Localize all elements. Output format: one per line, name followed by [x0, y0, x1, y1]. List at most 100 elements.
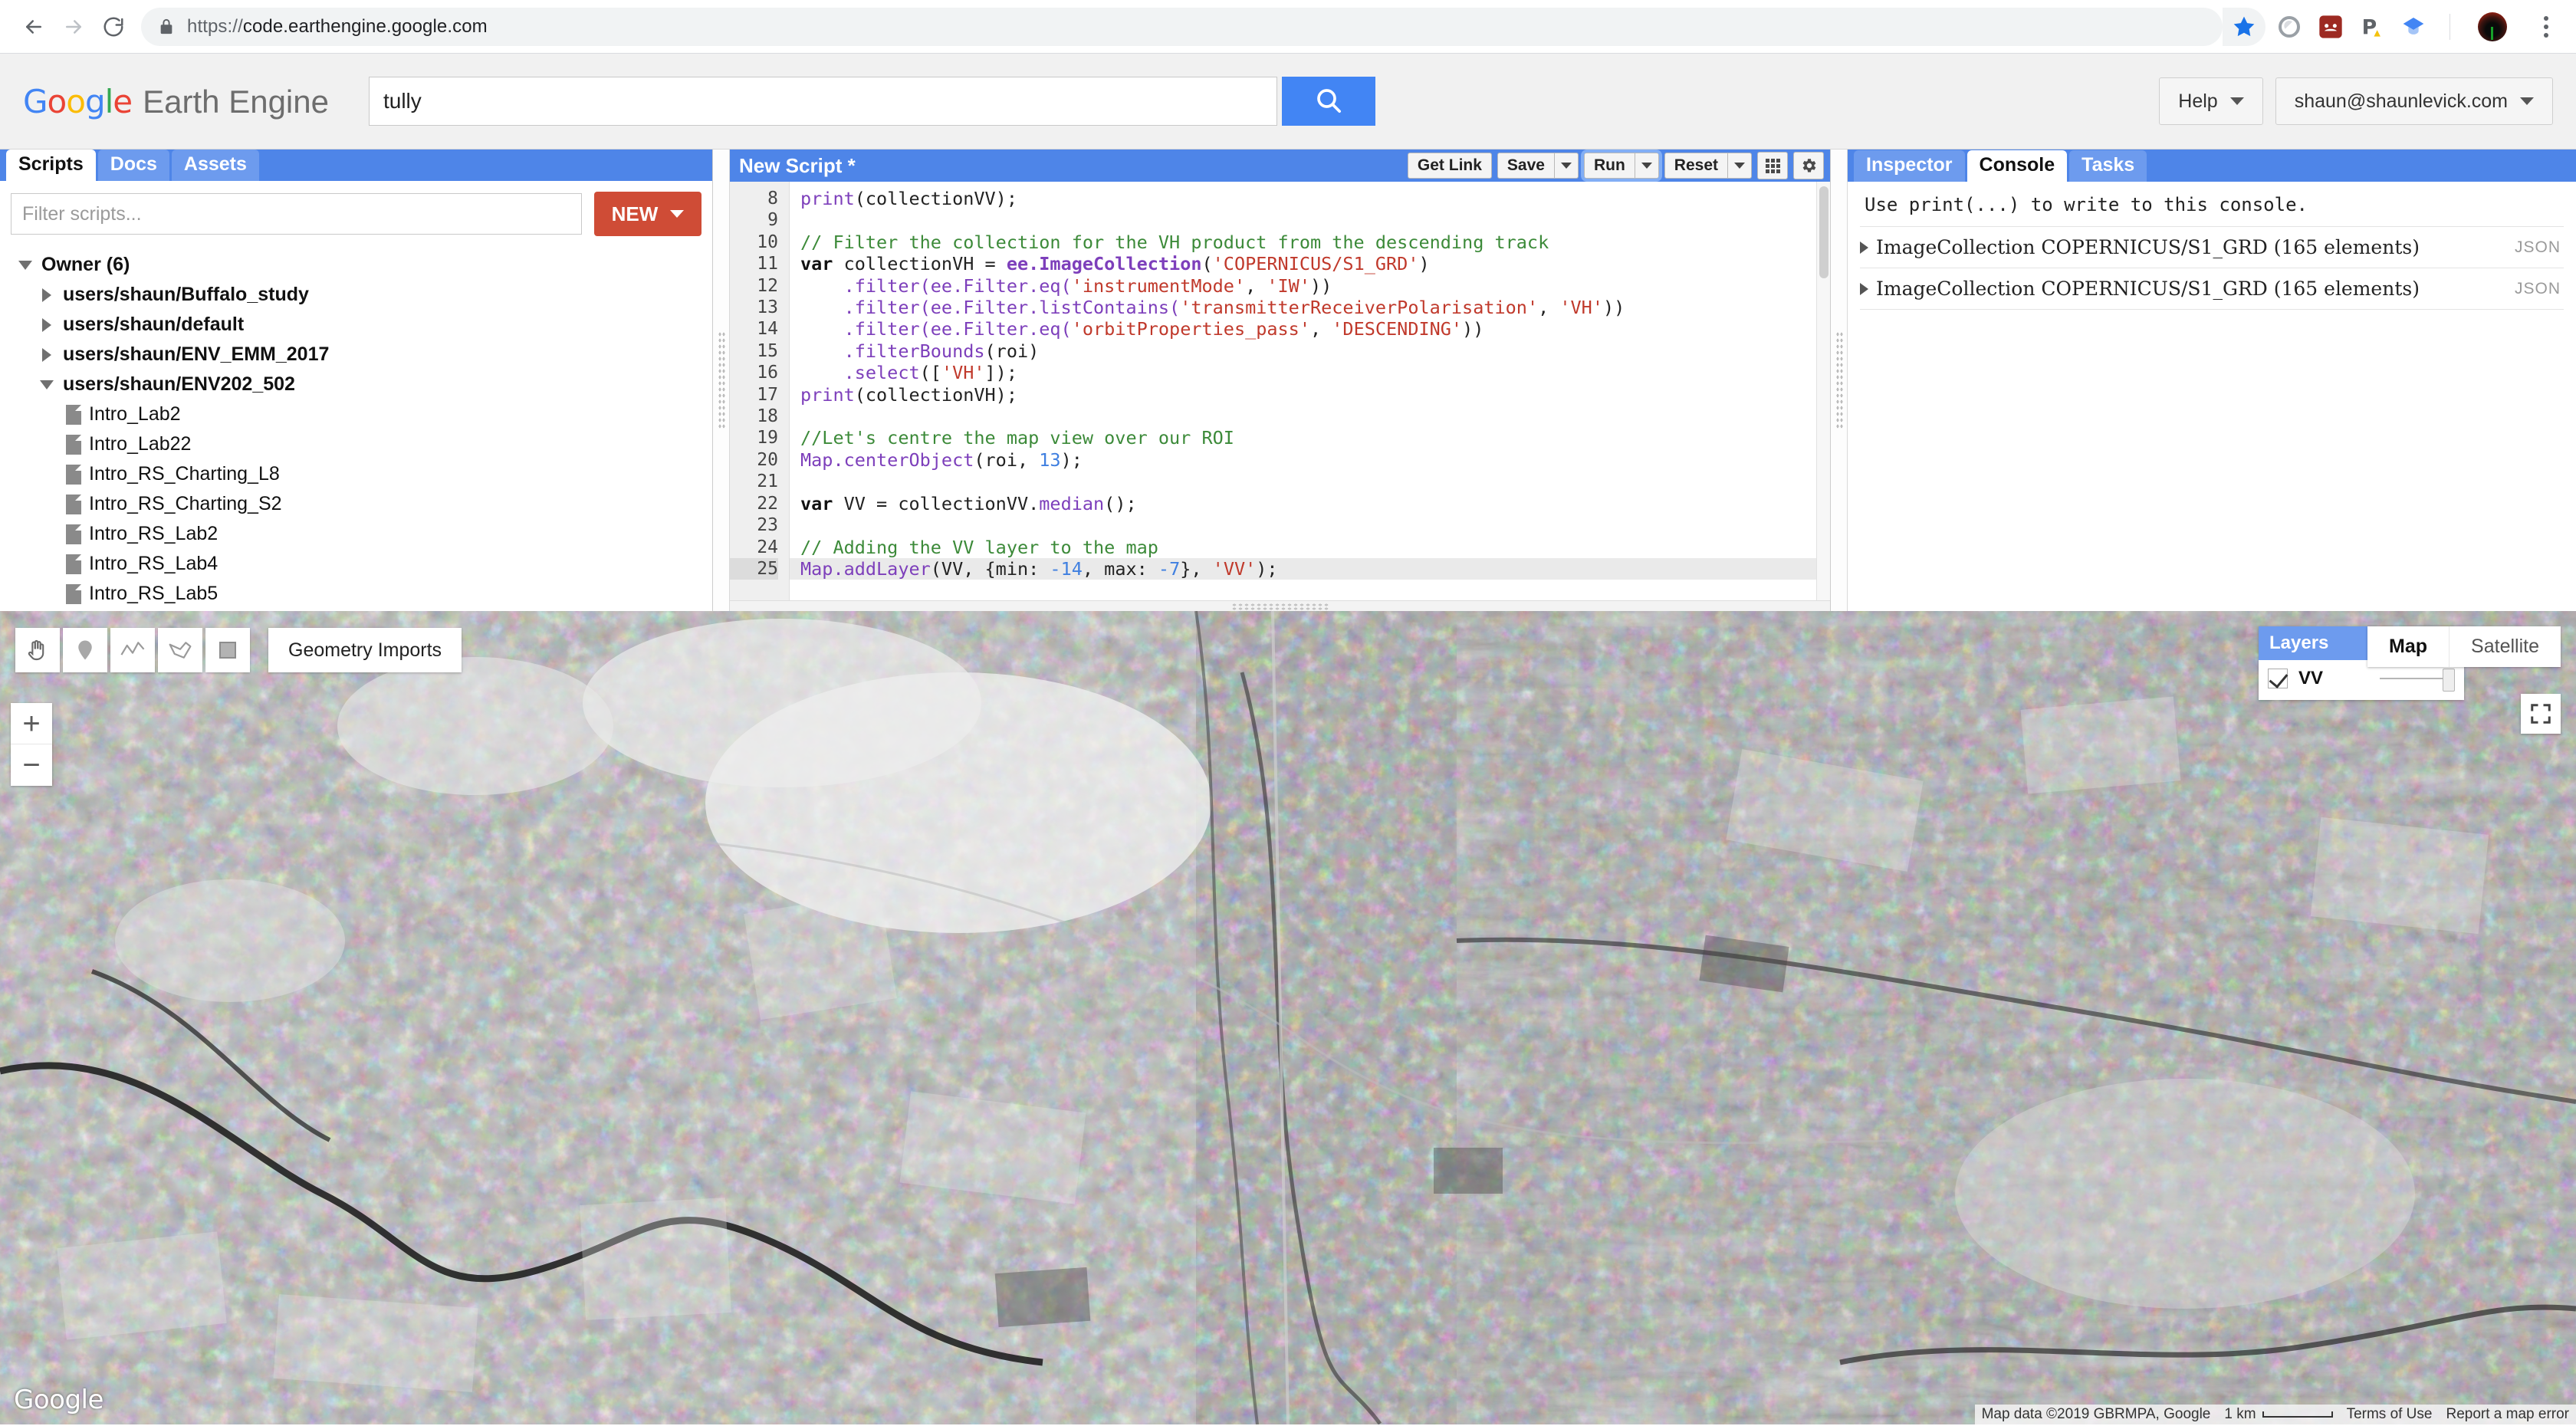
search-button[interactable] — [1281, 77, 1375, 126]
extension-mendeley-icon[interactable] — [2318, 14, 2344, 40]
help-button[interactable]: Help — [2159, 77, 2263, 125]
fullscreen-icon[interactable] — [2521, 694, 2561, 734]
list-item[interactable]: Intro_RS_Lab2 — [17, 519, 712, 549]
code-line[interactable] — [800, 406, 1830, 427]
new-script-button[interactable]: NEW — [594, 192, 702, 237]
tab-assets[interactable]: Assets — [171, 150, 259, 182]
json-link[interactable]: JSON — [2515, 238, 2561, 257]
kebab-menu-icon[interactable] — [2533, 15, 2559, 38]
list-item[interactable]: Intro_RS_Charting_S2 — [17, 489, 712, 519]
tab-inspector[interactable]: Inspector — [1854, 150, 1965, 182]
code-line[interactable] — [800, 471, 1830, 492]
line-number: 22 — [757, 493, 778, 514]
code-text[interactable]: print(collectionVV); // Filter the colle… — [790, 182, 1830, 611]
tree-node-folder[interactable]: users/shaun/ENV_EMM_2017 — [17, 340, 712, 370]
chevron-right-icon[interactable] — [38, 347, 55, 362]
layer-visibility-checkbox[interactable] — [2268, 669, 2288, 688]
reset-dropdown-button[interactable] — [1728, 153, 1752, 179]
polygon-icon[interactable] — [158, 628, 202, 672]
chevron-right-icon[interactable] — [1860, 241, 1868, 254]
code-line[interactable] — [800, 209, 1830, 231]
save-button[interactable]: Save — [1497, 153, 1555, 179]
console-output-row[interactable]: ImageCollection COPERNICUS/S1_GRD (165 e… — [1860, 226, 2564, 268]
back-arrow-icon[interactable] — [14, 7, 54, 47]
tree-node-folder[interactable]: users/shaun/ENV202_502 — [17, 370, 712, 399]
map-viewport[interactable]: Geometry Imports + − Layers VV Map Satel… — [0, 611, 2576, 1424]
get-link-button[interactable]: Get Link — [1407, 153, 1492, 179]
code-line[interactable]: // Filter the collection for the VH prod… — [800, 232, 1830, 253]
code-line[interactable]: .filter(ee.Filter.listContains('transmit… — [800, 297, 1830, 318]
code-line[interactable]: print(collectionVV); — [800, 188, 1830, 209]
save-dropdown-button[interactable] — [1554, 153, 1579, 179]
code-line[interactable]: .filter(ee.Filter.eq('instrumentMode', '… — [800, 275, 1830, 297]
code-area[interactable]: 8 9 10 11 12 13 14 15 16 17 18 19 20 21 22 23 24 25 print… — [730, 182, 1830, 611]
hand-pan-icon[interactable] — [15, 628, 60, 672]
code-vertical-scrollbar[interactable] — [1816, 182, 1830, 611]
code-line[interactable]: // Adding the VV layer to the map — [800, 537, 1830, 558]
address-bar[interactable]: https://code.earthengine.google.com — [141, 7, 2223, 46]
right-pane-splitter[interactable] — [1831, 150, 1848, 611]
chrome-profile-avatar[interactable] — [2478, 12, 2507, 41]
reload-icon[interactable] — [94, 7, 133, 47]
line-number: 25 — [730, 557, 778, 580]
list-item[interactable]: Intro_Lab2 — [17, 399, 712, 429]
search-input[interactable] — [368, 77, 1277, 126]
tree-node-folder[interactable]: users/shaun/Buffalo_study — [17, 280, 712, 310]
code-line[interactable]: .filterBounds(roi) — [800, 340, 1830, 362]
code-line[interactable] — [800, 514, 1830, 536]
tree-node-owner[interactable]: Owner (6) — [17, 250, 712, 280]
chevron-right-icon[interactable] — [1860, 282, 1868, 295]
list-item[interactable]: Intro_Lab22 — [17, 429, 712, 459]
bookmark-star-icon[interactable] — [2223, 7, 2266, 46]
gear-icon[interactable] — [1793, 152, 1824, 179]
left-pane-splitter[interactable] — [713, 150, 730, 611]
marker-point-icon[interactable] — [63, 628, 107, 672]
extension-scholar-icon[interactable] — [2400, 14, 2426, 40]
code-line[interactable]: var collectionVH = ee.ImageCollection('C… — [800, 253, 1830, 274]
chevron-down-icon[interactable] — [38, 380, 55, 389]
extension-p-warning-icon[interactable]: P — [2359, 14, 2385, 40]
run-button[interactable]: Run — [1583, 153, 1635, 179]
rectangle-icon[interactable] — [205, 628, 250, 672]
extension-circle-icon[interactable] — [2276, 14, 2302, 40]
editor-map-splitter[interactable] — [730, 600, 1830, 611]
help-label: Help — [2178, 90, 2218, 112]
code-line[interactable]: var VV = collectionVV.median(); — [800, 493, 1830, 514]
zoom-in-button[interactable]: + — [11, 703, 52, 744]
report-map-error-link[interactable]: Report a map error — [2439, 1405, 2576, 1424]
tab-console[interactable]: Console — [1967, 150, 2068, 182]
code-line[interactable]: .filter(ee.Filter.eq('orbitProperties_pa… — [800, 318, 1830, 340]
polyline-icon[interactable] — [110, 628, 155, 672]
map-type-satellite[interactable]: Satellite — [2449, 626, 2561, 667]
code-line[interactable]: .select(['VH']); — [800, 362, 1830, 383]
console-output-row[interactable]: ImageCollection COPERNICUS/S1_GRD (165 e… — [1860, 268, 2564, 310]
code-line[interactable]: Map.centerObject(roi, 13); — [800, 449, 1830, 471]
scrollbar-thumb[interactable] — [1819, 186, 1829, 278]
zoom-out-button[interactable]: − — [11, 744, 52, 786]
map-type-map[interactable]: Map — [2367, 626, 2449, 667]
geometry-imports-label[interactable]: Geometry Imports — [268, 628, 462, 672]
list-item[interactable]: Intro_RS_Lab5 — [17, 579, 712, 609]
chevron-down-icon[interactable] — [17, 260, 34, 270]
tab-docs[interactable]: Docs — [97, 150, 169, 182]
chevron-right-icon[interactable] — [38, 288, 55, 302]
list-item[interactable]: Intro_RS_Lab4 — [17, 549, 712, 579]
account-button[interactable]: shaun@shaunlevick.com — [2275, 77, 2553, 125]
json-link[interactable]: JSON — [2515, 280, 2561, 298]
tab-scripts[interactable]: Scripts — [6, 150, 96, 182]
filter-scripts-input[interactable] — [11, 193, 582, 235]
forward-arrow-icon[interactable] — [54, 7, 94, 47]
chevron-right-icon[interactable] — [38, 317, 55, 332]
code-line[interactable]: //Let's centre the map view over our ROI — [800, 427, 1830, 449]
code-line[interactable]: print(collectionVH); — [800, 384, 1830, 406]
run-dropdown-button[interactable] — [1635, 153, 1659, 179]
terms-of-use-link[interactable]: Terms of Use — [2339, 1405, 2440, 1424]
slider-knob[interactable] — [2443, 669, 2455, 692]
tree-node-folder[interactable]: users/shaun/default — [17, 310, 712, 340]
layer-opacity-slider[interactable] — [2380, 669, 2455, 692]
tab-tasks[interactable]: Tasks — [2069, 150, 2147, 182]
reset-button[interactable]: Reset — [1664, 153, 1728, 179]
list-item[interactable]: Intro_RS_Charting_L8 — [17, 459, 712, 489]
code-line[interactable]: Map.addLayer(VV, {min: -14, max: -7}, 'V… — [790, 557, 1830, 580]
grid-apps-icon[interactable] — [1757, 152, 1788, 179]
